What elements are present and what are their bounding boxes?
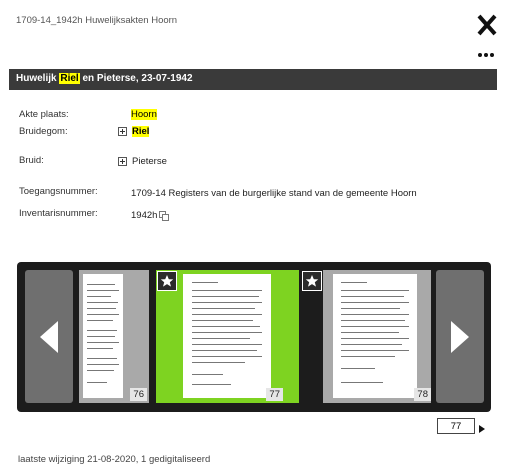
record-heading: Huwelijk Riel en Pieterse, 23-07-1942: [16, 73, 193, 84]
previous-page-button[interactable]: [25, 270, 73, 403]
heading-highlight: Riel: [59, 73, 80, 84]
access-number-label: Toegangsnummer:: [19, 186, 98, 197]
star-icon[interactable]: [157, 271, 177, 291]
scan-page-image: [83, 274, 123, 398]
scan-thumbnail[interactable]: 78: [323, 270, 431, 403]
dot-icon: [490, 53, 494, 57]
scan-page-image: [183, 274, 271, 398]
scan-viewer: 76 77 78: [17, 262, 491, 412]
record-dialog: 1709-14_1942h Huwelijksakten Hoorn Huwel…: [0, 0, 507, 468]
inventory-number-label: Inventarisnummer:: [19, 208, 98, 219]
go-to-page-button[interactable]: [478, 421, 486, 433]
expand-plus-icon[interactable]: [118, 126, 127, 136]
footer-status: laatste wijziging 21-08-2020, 1 gedigita…: [18, 454, 211, 465]
place-value: Hoorn: [131, 109, 157, 120]
access-number-value: 1709-14 Registers van de burgerlijke sta…: [131, 188, 417, 199]
dot-icon: [478, 53, 482, 57]
copy-icon[interactable]: [159, 211, 170, 222]
groom-value[interactable]: Riel: [118, 126, 150, 137]
page-number: 77: [266, 388, 283, 401]
scan-thumbnail[interactable]: 76: [79, 270, 149, 403]
chevron-left-icon: [40, 321, 58, 353]
chevron-right-icon: [451, 321, 469, 353]
more-options-button[interactable]: [478, 44, 496, 57]
bride-value[interactable]: Pieterse: [118, 156, 167, 167]
document-title: 1709-14_1942h Huwelijksakten Hoorn: [16, 15, 178, 26]
place-label: Akte plaats:: [19, 109, 69, 120]
bride-label: Bruid:: [19, 155, 44, 166]
inventory-number-value: 1942h: [131, 210, 170, 222]
dot-icon: [484, 53, 488, 57]
page-number: 78: [414, 388, 431, 401]
play-arrow-icon: [479, 425, 485, 433]
expand-plus-icon[interactable]: [118, 156, 127, 166]
record-header: Huwelijk Riel en Pieterse, 23-07-1942: [9, 69, 497, 90]
scan-page-image: [333, 274, 417, 398]
heading-suffix: en Pieterse, 23-07-1942: [79, 73, 193, 84]
groom-label: Bruidegom:: [19, 126, 68, 137]
close-icon: [477, 14, 497, 36]
star-icon[interactable]: [302, 271, 322, 291]
page-number: 76: [130, 388, 147, 401]
next-page-button[interactable]: [436, 270, 484, 403]
scan-thumbnail-selected[interactable]: 77: [156, 270, 299, 403]
page-number-input[interactable]: [437, 418, 475, 434]
close-button[interactable]: [476, 13, 498, 37]
heading-prefix: Huwelijk: [16, 73, 60, 84]
